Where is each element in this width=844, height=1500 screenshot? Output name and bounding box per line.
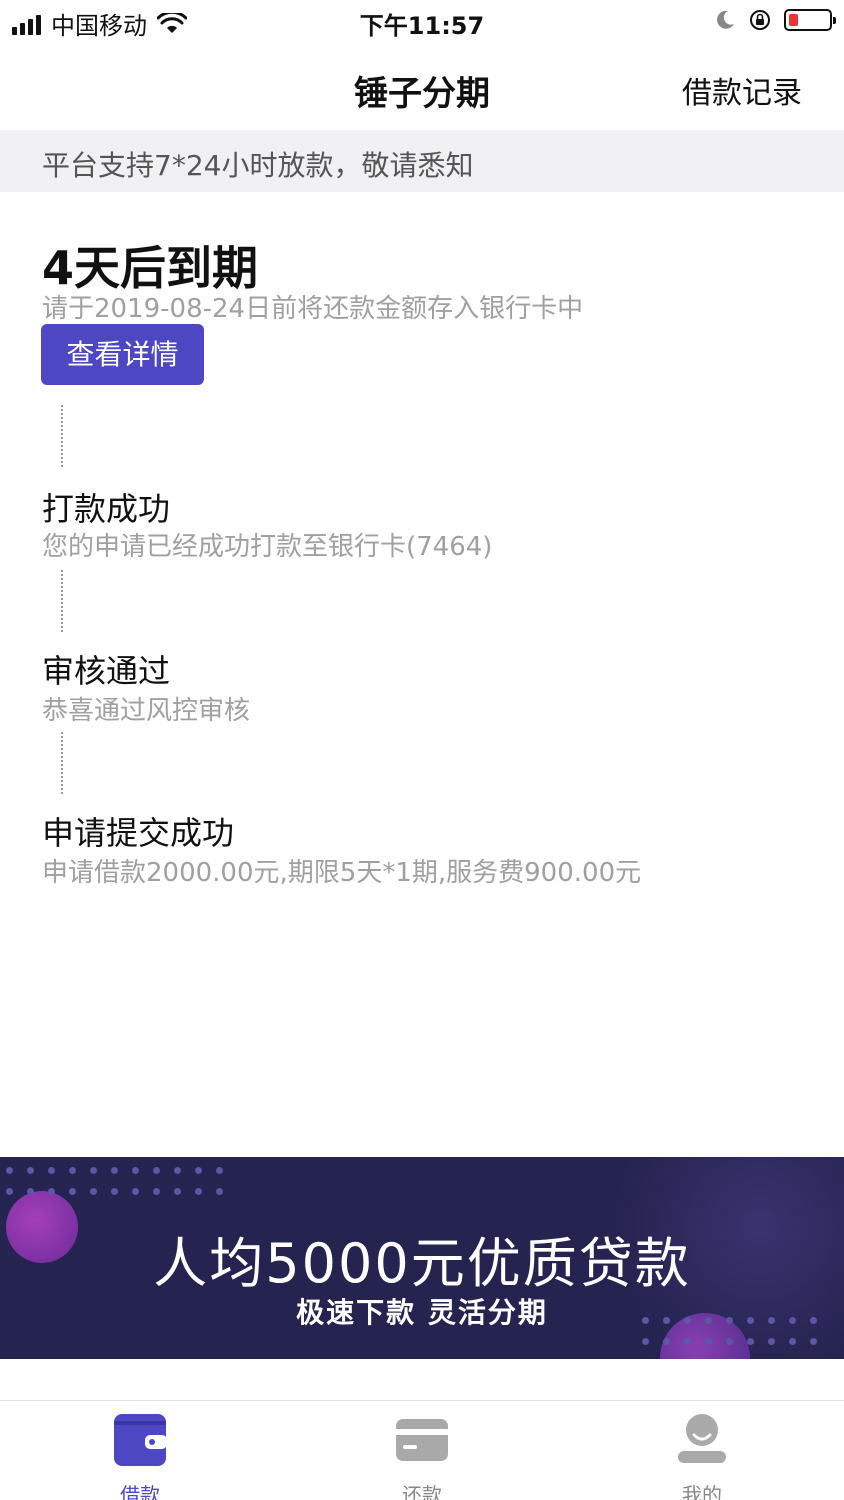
tab-borrow[interactable]: 借款 [80,1413,200,1500]
step-subtitle-transfer-success: 您的申请已经成功打款至银行卡(7464) [42,532,493,562]
tab-label-borrow: 借款 [120,1483,160,1500]
card-icon [396,1419,448,1461]
loan-records-button[interactable]: 借款记录 [682,68,802,112]
view-details-button[interactable]: 查看详情 [41,324,204,385]
tab-bar: 借款 还款 我的 [0,1400,844,1500]
tab-repay[interactable]: 还款 [362,1413,482,1500]
banner-title: 人均5000元优质贷款 [153,1232,691,1295]
timeline-connector [61,732,63,794]
rotation-lock-icon [750,10,770,30]
step-subtitle-application-submitted: 申请借款2000.00元,期限5天*1期,服务费900.00元 [42,858,642,888]
moon-icon [717,10,734,29]
decorative-dots [6,1167,223,1195]
nav-bar: 锤子分期 借款记录 [0,44,844,130]
step-title-application-submitted: 申请提交成功 [42,814,235,852]
tab-label-repay: 还款 [402,1483,442,1500]
status-bar: 中国移动 下午11:57 [0,0,844,44]
tab-label-mine: 我的 [682,1483,722,1500]
status-bar-right [714,8,836,32]
step-title-review-passed: 审核通过 [42,652,171,690]
timeline-connector [61,570,63,632]
step-title-transfer-success: 打款成功 [42,490,171,528]
battery-icon [784,9,836,31]
timeline-connector [61,405,63,467]
user-icon [678,1414,726,1463]
wallet-icon [114,1414,167,1466]
notice-text: 平台支持7*24小时放款，敬请悉知 [42,149,474,182]
notice-bar: 平台支持7*24小时放款，敬请悉知 [0,130,844,192]
tab-mine[interactable]: 我的 [642,1413,762,1500]
banner-subtitle: 极速下款 灵活分期 [296,1296,548,1329]
promo-banner[interactable]: 人均5000元优质贷款 极速下款 灵活分期 [0,1157,844,1359]
due-subtitle: 请于2019-08-24日前将还款金额存入银行卡中 [42,294,584,324]
step-subtitle-review-passed: 恭喜通过风控审核 [42,696,251,726]
